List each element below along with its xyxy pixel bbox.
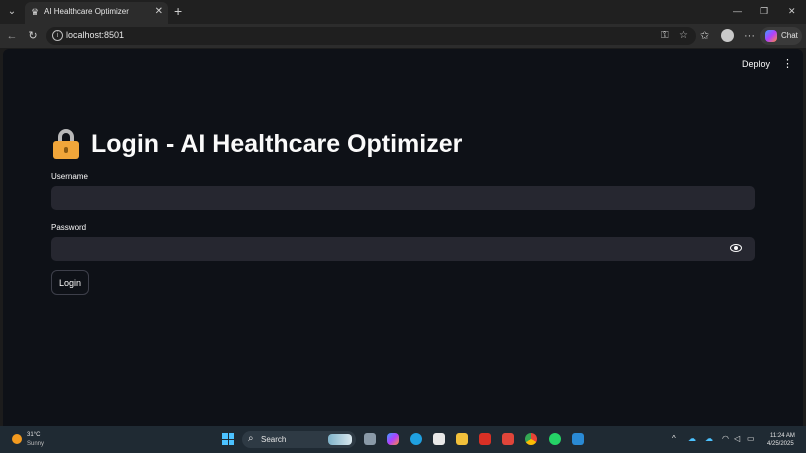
password-key-icon[interactable]: ⚿ <box>661 30 669 42</box>
sun-weather-icon[interactable] <box>12 434 22 444</box>
url-text: localhost:8501 <box>66 30 125 40</box>
search-highlight-image <box>328 434 352 445</box>
copilot-chat-button[interactable]: Chat <box>760 27 802 45</box>
taskbar-search-label: Search <box>261 435 287 444</box>
tab-title: AI Healthcare Optimizer <box>44 7 129 16</box>
browser-tab-active[interactable]: ♛ AI Healthcare Optimizer ✕ <box>25 2 168 24</box>
deploy-button[interactable]: Deploy <box>742 59 770 69</box>
url-input[interactable]: i localhost:8501 ⚿ ☆ <box>46 27 696 45</box>
page-title: Login - AI Healthcare Optimizer <box>53 127 462 161</box>
edge-browser-icon[interactable] <box>410 433 422 445</box>
cloud-sync-icon[interactable]: ☁ <box>705 434 713 444</box>
tray-overflow-chevron-icon[interactable]: ^ <box>672 434 676 444</box>
favorites-collection-icon[interactable]: ✩ <box>700 29 709 43</box>
taskbar-search-box[interactable]: ⌕ Search <box>242 431 356 448</box>
vscode-icon[interactable] <box>572 433 584 445</box>
onedrive-icon[interactable]: ☁ <box>688 434 696 444</box>
volume-icon[interactable]: ◁ <box>734 434 740 444</box>
favorite-star-icon[interactable]: ☆ <box>679 30 688 42</box>
copilot-app-icon[interactable] <box>387 433 399 445</box>
clock-time[interactable]: 11:24 AM <box>770 433 795 439</box>
window-restore-icon[interactable]: ❐ <box>760 4 768 18</box>
reload-icon[interactable]: ↻ <box>26 29 40 43</box>
red-app-icon[interactable] <box>502 433 514 445</box>
show-password-eye-icon[interactable] <box>730 244 742 252</box>
tab-close-icon[interactable]: ✕ <box>155 6 163 18</box>
window-minimize-icon[interactable]: — <box>733 4 742 18</box>
new-tab-plus-icon[interactable]: + <box>174 4 182 18</box>
streamlit-crown-icon: ♛ <box>31 7 40 17</box>
login-button[interactable]: Login <box>51 270 89 295</box>
store-icon[interactable] <box>433 433 445 445</box>
kebab-menu-icon[interactable]: ⋮ <box>782 58 793 70</box>
windows-taskbar: 31°C Sunny ⌕ Search ^ ☁ ☁ ◠ ◁ ▭ 11:24 AM… <box>0 426 806 453</box>
window-close-icon[interactable]: ✕ <box>788 4 796 18</box>
app-viewport: Deploy ⋮ Login - AI Healthcare Optimizer… <box>3 49 803 426</box>
battery-icon[interactable]: ▭ <box>747 434 755 444</box>
site-info-icon[interactable]: i <box>52 30 63 41</box>
page-title-text: Login - AI Healthcare Optimizer <box>91 129 463 158</box>
windows-start-icon[interactable] <box>222 433 234 445</box>
copilot-logo-icon <box>765 30 777 42</box>
username-label: Username <box>51 172 88 181</box>
file-explorer-icon[interactable] <box>456 433 468 445</box>
task-view-icon[interactable] <box>364 433 376 445</box>
copilot-label: Chat <box>781 31 798 40</box>
lock-icon <box>53 129 79 159</box>
profile-avatar[interactable] <box>721 29 734 42</box>
tab-list-chevron-icon[interactable]: ⌄ <box>4 4 20 20</box>
browser-address-bar: ← ↻ i localhost:8501 ⚿ ☆ ✩ ··· Chat <box>0 24 806 48</box>
password-input[interactable] <box>51 237 755 261</box>
more-options-icon[interactable]: ··· <box>744 29 755 43</box>
whatsapp-icon[interactable] <box>549 433 561 445</box>
password-label: Password <box>51 223 87 232</box>
username-input[interactable] <box>51 186 755 210</box>
clock-date[interactable]: 4/25/2025 <box>767 441 794 447</box>
weather-temperature: 31°C <box>27 432 41 438</box>
wifi-icon[interactable]: ◠ <box>722 434 729 444</box>
chrome-browser-icon[interactable] <box>525 433 537 445</box>
back-arrow-icon[interactable]: ← <box>5 29 19 43</box>
weather-description: Sunny <box>27 441 45 447</box>
wps-office-icon[interactable] <box>479 433 491 445</box>
search-icon: ⌕ <box>248 433 254 444</box>
browser-tab-bar: ⌄ ♛ AI Healthcare Optimizer ✕ + — ❐ ✕ <box>0 0 806 24</box>
